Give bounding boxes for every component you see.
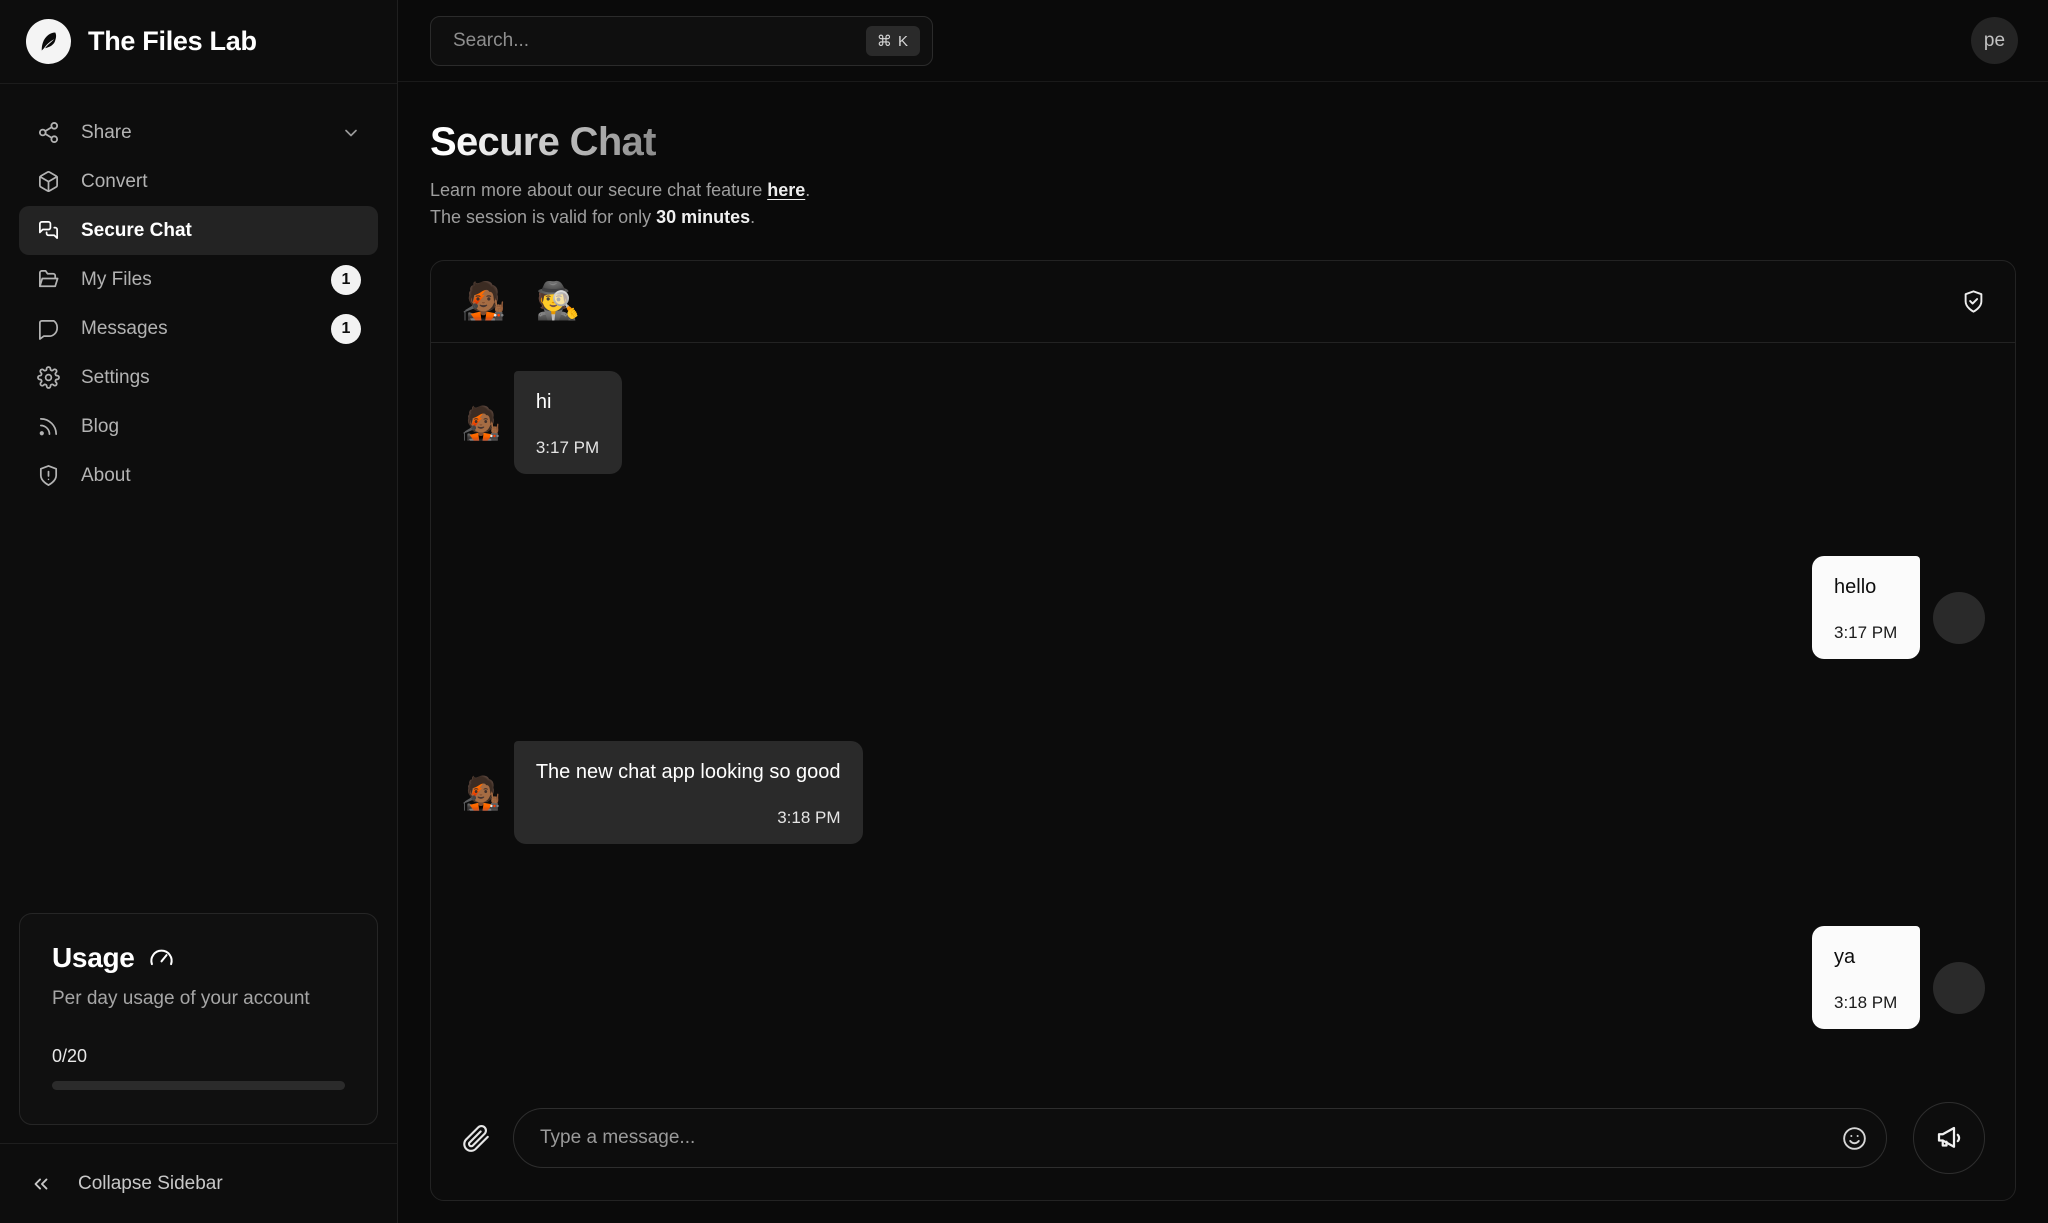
- message-row-outgoing: ya 3:18 PM: [461, 925, 1985, 1029]
- page-title: Secure Chat: [430, 120, 656, 165]
- message-bubble[interactable]: hello 3:17 PM: [1812, 555, 1920, 659]
- collapse-sidebar-button[interactable]: Collapse Sidebar: [0, 1143, 397, 1223]
- sidebar-item-blog[interactable]: Blog: [19, 402, 378, 451]
- sidebar: The Files Lab Share Convert Secure Chat …: [0, 0, 398, 1223]
- message-composer: Type a message...: [431, 1102, 2015, 1200]
- message-time: 3:18 PM: [777, 807, 841, 827]
- sidebar-nav: Share Convert Secure Chat My Files 1 Mes…: [0, 84, 397, 500]
- chat-header: 🧑🏾‍🎤 🕵️: [431, 261, 2015, 343]
- incognito-avatar: 🕵️: [535, 280, 581, 322]
- message-input-placeholder: Type a message...: [540, 1127, 696, 1148]
- message-row-incoming: 🧑🏾‍🎤 The new chat app looking so good 3:…: [461, 740, 1985, 844]
- green-hair-avatar: 🧑🏾‍🎤: [461, 404, 501, 441]
- sidebar-item-about[interactable]: About: [19, 451, 378, 500]
- message-row-incoming: 🧑🏾‍🎤 hi 3:17 PM: [461, 370, 1985, 474]
- avatar: [1933, 961, 1985, 1014]
- subtitle-suffix: .: [805, 180, 811, 201]
- status-badge: 1: [331, 313, 361, 344]
- session-prefix: The session is valid for only: [430, 206, 657, 227]
- page-subtitle: Learn more about our secure chat feature…: [430, 177, 2016, 229]
- sidebar-item-label: Share: [81, 121, 132, 143]
- message-bubble-icon: [36, 316, 61, 341]
- message-time: 3:17 PM: [535, 437, 600, 457]
- message-text: hello: [1834, 575, 1877, 598]
- session-duration: 30 minutes: [656, 206, 751, 227]
- sidebar-item-label: My Files: [81, 268, 152, 290]
- search-shortcut-badge: ⌘ K: [865, 25, 920, 56]
- avatar[interactable]: pe: [1971, 17, 2018, 65]
- message-time: 3:17 PM: [1834, 622, 1898, 642]
- green-hair-avatar: 🧑🏾‍🎤: [461, 774, 501, 811]
- feather-logo-icon: [26, 19, 71, 64]
- gauge-icon: [148, 945, 175, 972]
- message-text: ya: [1834, 945, 1856, 968]
- gear-icon: [36, 365, 61, 390]
- green-hair-avatar: 🧑🏾‍🎤: [461, 280, 506, 322]
- shield-check-icon[interactable]: [1960, 288, 1987, 315]
- rss-icon: [36, 414, 61, 439]
- usage-progress-bar: [52, 1081, 345, 1090]
- page-subtitle-line-1: Learn more about our secure chat feature…: [430, 177, 2016, 203]
- status-badge: 1: [331, 264, 361, 295]
- chat-participants: 🧑🏾‍🎤 🕵️: [461, 283, 581, 319]
- sidebar-item-secure-chat[interactable]: Secure Chat: [19, 206, 378, 255]
- sidebar-item-convert[interactable]: Convert: [19, 157, 378, 206]
- message-text: The new chat app looking so good: [535, 760, 841, 783]
- topbar: Search... ⌘ K pe: [398, 0, 2048, 83]
- sidebar-item-settings[interactable]: Settings: [19, 353, 378, 402]
- chevron-down-icon[interactable]: [341, 123, 361, 143]
- search-placeholder: Search...: [453, 29, 530, 51]
- message-row-outgoing: hello 3:17 PM: [461, 555, 1985, 659]
- brand-name: The Files Lab: [88, 26, 257, 56]
- collapse-sidebar-label: Collapse Sidebar: [78, 1172, 223, 1194]
- usage-subtitle: Per day usage of your account: [52, 988, 310, 1009]
- sidebar-item-my-files[interactable]: My Files 1: [19, 255, 378, 304]
- page-content: Secure Chat Learn more about our secure …: [398, 82, 2048, 1223]
- usage-title: Usage: [52, 942, 135, 973]
- page-subtitle-line-2: The session is valid for only 30 minutes…: [430, 204, 2016, 230]
- box-3d-icon: [36, 169, 61, 194]
- avatar: [1933, 591, 1985, 644]
- share-nodes-icon: [36, 120, 61, 145]
- sidebar-item-label: Blog: [81, 415, 120, 437]
- sidebar-item-label: About: [81, 464, 131, 486]
- message-list: 🧑🏾‍🎤 hi 3:17 PM hello 3:17 PM: [431, 343, 2015, 1102]
- page-title-wrap: Secure Chat: [430, 120, 2016, 165]
- app-root: The Files Lab Share Convert Secure Chat …: [0, 0, 2048, 1223]
- search-input[interactable]: Search... ⌘ K: [430, 15, 933, 66]
- usage-count: 0/20: [52, 1046, 88, 1066]
- shield-alert-icon: [36, 463, 61, 488]
- smiley-icon[interactable]: [1841, 1125, 1868, 1152]
- subtitle-prefix: Learn more about our secure chat feature: [430, 180, 768, 201]
- message-input[interactable]: Type a message...: [513, 1108, 1887, 1168]
- sidebar-item-label: Messages: [81, 317, 168, 339]
- chevrons-left-icon: [30, 1173, 52, 1195]
- sidebar-item-label: Settings: [81, 366, 150, 388]
- session-suffix: .: [750, 206, 756, 227]
- learn-more-link[interactable]: here: [767, 180, 805, 200]
- sidebar-item-label: Convert: [81, 170, 148, 192]
- main-area: Search... ⌘ K pe Secure Chat Learn more …: [398, 0, 2048, 1223]
- message-time: 3:18 PM: [1834, 992, 1898, 1012]
- sidebar-item-messages[interactable]: Messages 1: [19, 304, 378, 353]
- message-bubble[interactable]: hi 3:17 PM: [513, 370, 622, 474]
- megaphone-send-icon: [1934, 1123, 1964, 1153]
- chat-bubbles-icon: [36, 218, 61, 243]
- sidebar-item-share[interactable]: Share: [19, 108, 378, 157]
- message-bubble[interactable]: The new chat app looking so good 3:18 PM: [513, 740, 863, 844]
- paperclip-icon[interactable]: [461, 1123, 491, 1153]
- brand-header[interactable]: The Files Lab: [0, 0, 397, 84]
- usage-header: Usage: [52, 942, 345, 974]
- message-bubble[interactable]: ya 3:18 PM: [1812, 925, 1920, 1029]
- usage-card: Usage Per day usage of your account 0/20: [19, 913, 378, 1125]
- message-text: hi: [535, 390, 552, 413]
- folder-open-icon: [36, 267, 61, 292]
- sidebar-item-label: Secure Chat: [81, 219, 192, 241]
- send-button[interactable]: [1913, 1102, 1985, 1174]
- chat-panel: 🧑🏾‍🎤 🕵️ 🧑🏾‍🎤: [430, 259, 2016, 1201]
